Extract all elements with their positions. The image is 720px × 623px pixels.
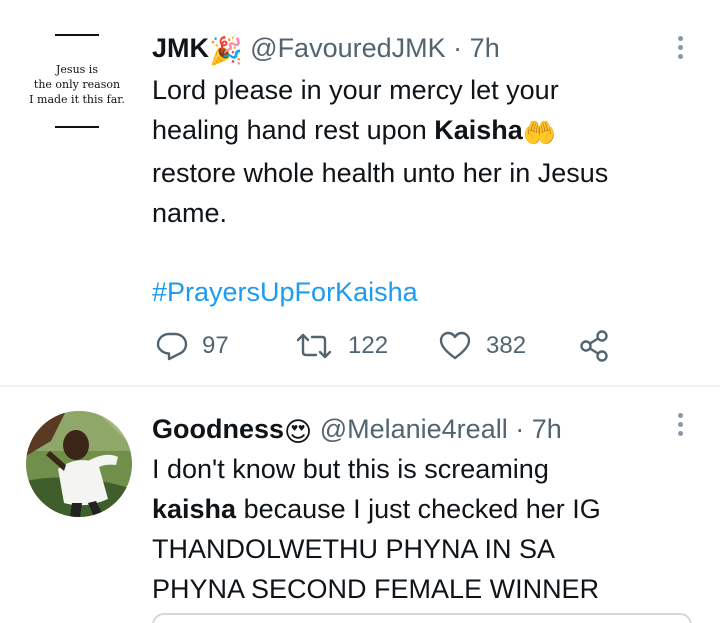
tweet-text: Lord please in your mercy let your heali… — [152, 70, 692, 233]
tweet-time[interactable]: 7h — [470, 33, 500, 63]
tweet-text-line: healing hand rest upon Kaisha🤲 — [152, 110, 692, 153]
avatar[interactable] — [26, 411, 132, 517]
tweet-text: I don't know but this is screaming kaish… — [152, 449, 692, 609]
avatar-quote-line: Jesus is — [56, 63, 98, 76]
tweet-text-span: because I just checked her IG — [236, 494, 601, 524]
share-icon — [580, 330, 608, 362]
more-icon[interactable] — [676, 36, 684, 62]
party-emoji: 🎉 — [209, 36, 243, 66]
palms-up-emoji: 🤲 — [522, 118, 557, 148]
like-count: 382 — [486, 332, 527, 359]
avatar[interactable]: Jesus is the only reason I made it this … — [22, 26, 132, 136]
author-handle[interactable]: @Melanie4reall — [320, 414, 508, 444]
tweet-text-line: kaisha because I just checked her IG — [152, 489, 692, 529]
tweet[interactable]: Goodness😍 @Melanie4reall · 7h I don't kn… — [0, 387, 720, 623]
more-icon[interactable] — [676, 413, 684, 439]
tweet-text-span: healing hand rest upon — [152, 115, 435, 145]
tweet-time[interactable]: 7h — [532, 414, 562, 444]
author-name[interactable]: JMK — [152, 33, 209, 63]
separator-dot: · — [515, 414, 525, 444]
avatar-rule — [55, 126, 99, 128]
tweet-header: JMK🎉 @FavouredJMK · 7h — [152, 32, 500, 67]
tweet[interactable]: Jesus is the only reason I made it this … — [0, 0, 720, 385]
reply-button[interactable]: 97 — [156, 326, 229, 366]
tweet-actions: 97 122 382 — [152, 326, 622, 366]
retweet-button[interactable]: 122 — [294, 326, 388, 366]
avatar-quote-line: I made it this far. — [29, 93, 125, 106]
media-preview[interactable] — [152, 613, 692, 623]
tweet-header: Goodness😍 @Melanie4reall · 7h — [152, 413, 562, 448]
tweet-mention-bold: Kaisha — [434, 115, 523, 145]
separator-dot: · — [453, 33, 463, 63]
tweet-text-line: name. — [152, 198, 228, 228]
tweet-text-line: THANDOLWETHU PHYNA IN SA — [152, 534, 556, 564]
heart-eyes-emoji: 😍 — [284, 417, 313, 447]
hashtag-link[interactable]: #PrayersUpForKaisha — [152, 272, 418, 312]
profile-photo — [26, 411, 132, 517]
retweet-icon — [296, 333, 332, 359]
like-button[interactable]: 382 — [438, 326, 526, 366]
retweet-count: 122 — [348, 332, 389, 359]
avatar-quote: Jesus is the only reason I made it this … — [22, 62, 132, 107]
tweet-mention-bold: kaisha — [152, 494, 237, 524]
avatar-rule — [55, 34, 99, 36]
tweet-text-line: restore whole health unto her in Jesus — [152, 158, 609, 188]
author-name[interactable]: Goodness — [152, 414, 284, 444]
tweet-text-line: PHYNA SECOND FEMALE WINNER — [152, 574, 600, 604]
like-icon — [439, 331, 471, 360]
tweet-text-line: I don't know but this is screaming — [152, 454, 549, 484]
reply-count: 97 — [202, 332, 229, 359]
share-button[interactable] — [578, 326, 612, 366]
tweet-text-line: Lord please in your mercy let your — [152, 75, 559, 105]
author-handle[interactable]: @FavouredJMK — [250, 33, 445, 63]
reply-icon — [156, 332, 188, 361]
avatar-quote-line: the only reason — [33, 78, 121, 91]
